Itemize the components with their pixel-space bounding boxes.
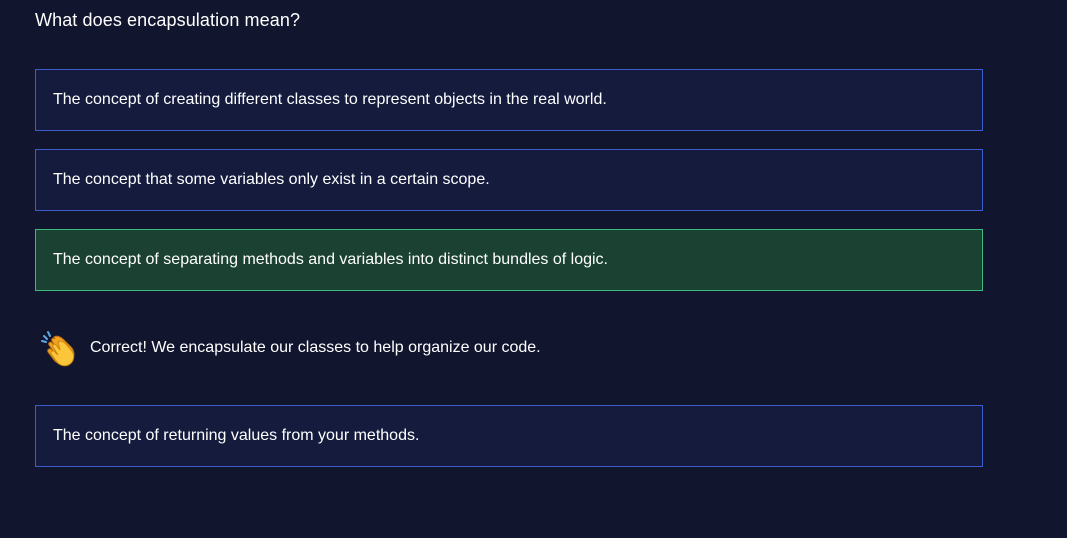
question-text: What does encapsulation mean?	[35, 10, 301, 30]
answer-option-1[interactable]: The concept of creating different classe…	[35, 69, 983, 131]
answer-option-label: The concept that some variables only exi…	[53, 171, 490, 188]
feedback-message: Correct! We encapsulate our classes to h…	[40, 328, 541, 368]
answer-option-label: The concept of returning values from you…	[53, 427, 420, 444]
feedback-text: Correct! We encapsulate our classes to h…	[90, 339, 541, 356]
answer-option-3-correct[interactable]: The concept of separating methods and va…	[35, 229, 983, 291]
answer-option-2[interactable]: The concept that some variables only exi…	[35, 149, 983, 211]
answer-option-4[interactable]: The concept of returning values from you…	[35, 405, 983, 467]
answer-option-label: The concept of separating methods and va…	[53, 251, 608, 268]
quiz-panel: What does encapsulation mean? The concep…	[0, 0, 1067, 538]
answer-option-label: The concept of creating different classe…	[53, 91, 607, 108]
clapping-hands-icon	[40, 328, 80, 368]
